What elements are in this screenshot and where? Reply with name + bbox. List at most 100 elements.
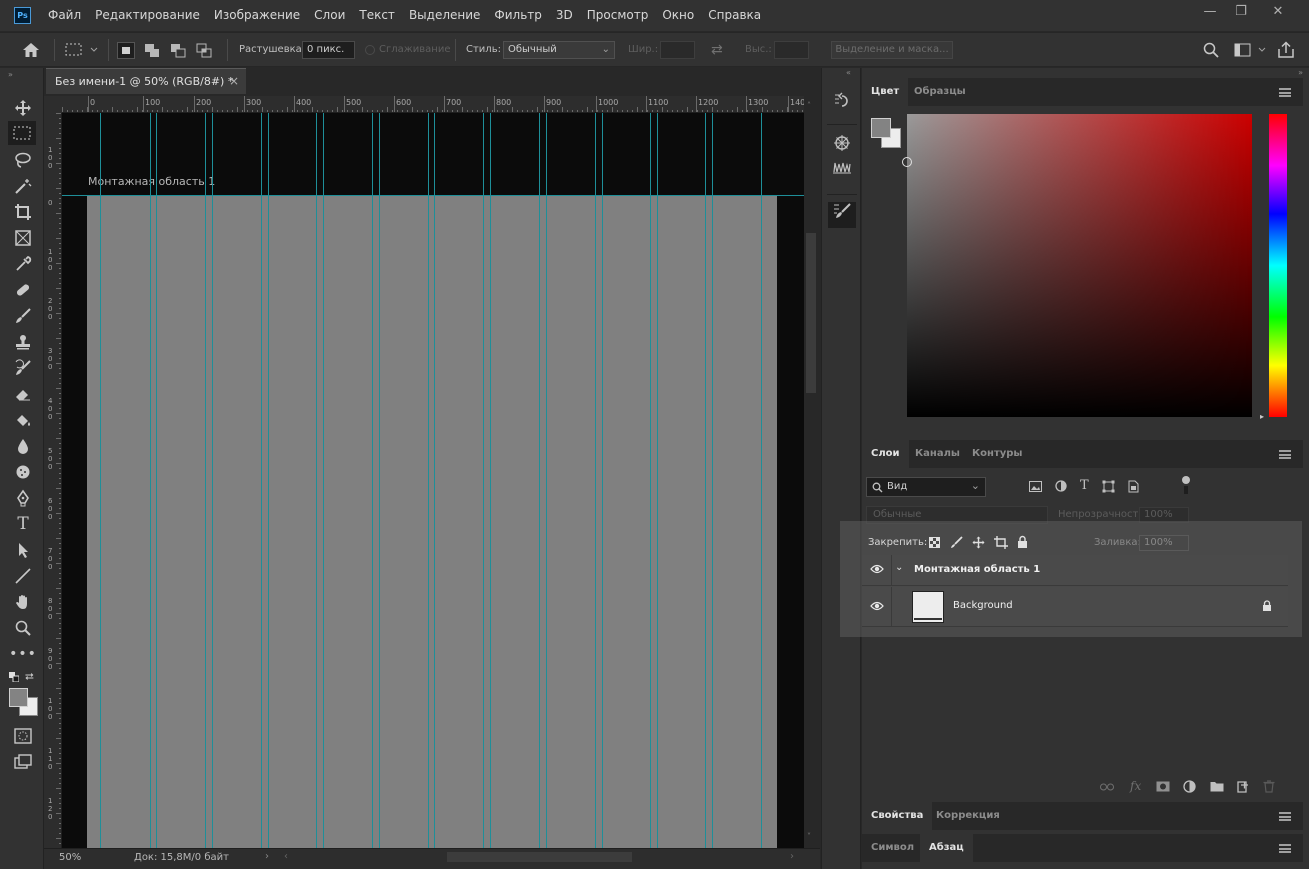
new-group-icon[interactable] bbox=[1210, 780, 1224, 792]
new-selection-icon[interactable] bbox=[117, 42, 135, 59]
brushes-panel-icon[interactable] bbox=[832, 160, 852, 180]
layer-name-artboard[interactable]: Монтажная область 1 bbox=[914, 564, 1040, 575]
tab-paths[interactable]: Контуры bbox=[963, 440, 1031, 468]
more-tools-icon[interactable]: ••• bbox=[9, 642, 36, 666]
swap-icon[interactable]: ⇄ bbox=[711, 33, 723, 66]
hue-slider-handle[interactable]: ▸ bbox=[1260, 412, 1264, 421]
tab-swatches[interactable]: Образцы bbox=[905, 78, 975, 106]
history-brush-tool-icon[interactable] bbox=[11, 356, 35, 380]
share-icon[interactable] bbox=[1277, 33, 1295, 66]
intersect-selection-icon[interactable] bbox=[195, 42, 213, 59]
artboard[interactable] bbox=[87, 196, 777, 848]
layer-style-icon[interactable]: fx bbox=[1130, 779, 1141, 793]
blur-tool-icon[interactable] bbox=[11, 434, 35, 458]
lock-position-icon[interactable] bbox=[972, 536, 985, 549]
scroll-down-icon[interactable]: ˅ bbox=[807, 832, 811, 841]
pen-tool-icon[interactable] bbox=[11, 486, 35, 510]
tab-layers[interactable]: Слои bbox=[862, 440, 909, 468]
scroll-right-icon[interactable]: › bbox=[790, 851, 794, 862]
color-panel-foreground-swatch[interactable] bbox=[871, 118, 891, 138]
new-layer-icon[interactable] bbox=[1237, 780, 1249, 793]
workspace-icon[interactable] bbox=[1234, 33, 1268, 66]
magic-wand-tool-icon[interactable] bbox=[11, 174, 35, 198]
hue-slider[interactable] bbox=[1269, 114, 1287, 417]
height-input[interactable] bbox=[774, 41, 809, 59]
crop-tool-icon[interactable] bbox=[11, 200, 35, 224]
collapse-tools-icon[interactable]: » bbox=[8, 70, 13, 79]
menu-filter[interactable]: Фильтр bbox=[487, 0, 548, 31]
document-tab[interactable]: Без имени-1 @ 50% (RGB/8#) * × bbox=[46, 68, 246, 94]
layer-filter-select[interactable]: Вид ⌄ bbox=[866, 477, 986, 497]
filter-adjustment-icon[interactable] bbox=[1055, 480, 1067, 492]
menu-edit[interactable]: Редактирование bbox=[88, 0, 207, 31]
default-colors-icon[interactable] bbox=[9, 672, 20, 685]
vertical-scrollbar-thumb[interactable] bbox=[806, 233, 816, 393]
color-picker-cursor[interactable] bbox=[902, 157, 912, 167]
menu-image[interactable]: Изображение bbox=[207, 0, 307, 31]
type-tool-icon[interactable]: T bbox=[11, 512, 35, 536]
horizontal-scrollbar-thumb[interactable] bbox=[447, 852, 632, 862]
hand-tool-icon[interactable] bbox=[11, 590, 35, 614]
menu-view[interactable]: Просмотр bbox=[580, 0, 656, 31]
select-and-mask-button[interactable]: Выделение и маска... bbox=[831, 41, 953, 59]
properties-panel-menu-icon[interactable] bbox=[1279, 812, 1291, 821]
expand-chevron-icon[interactable]: ⌄ bbox=[895, 562, 903, 573]
tab-adjustments[interactable]: Коррекция bbox=[927, 802, 1009, 830]
eraser-tool-icon[interactable] bbox=[11, 382, 35, 406]
tab-channels[interactable]: Каналы bbox=[906, 440, 969, 468]
menu-layers[interactable]: Слои bbox=[307, 0, 352, 31]
foreground-color-swatch[interactable] bbox=[9, 688, 28, 707]
color-field[interactable] bbox=[907, 114, 1252, 417]
feather-input[interactable]: 0 пикс. bbox=[302, 41, 355, 59]
link-layers-icon[interactable] bbox=[1100, 783, 1114, 791]
swap-colors-icon[interactable]: ⮂ bbox=[25, 670, 34, 684]
filter-pixel-icon[interactable] bbox=[1029, 481, 1042, 492]
screen-mode-icon[interactable] bbox=[11, 750, 35, 774]
history-panel-icon[interactable] bbox=[832, 92, 852, 112]
minimize-button[interactable]: — bbox=[1200, 4, 1220, 20]
quick-mask-icon[interactable] bbox=[11, 724, 35, 748]
add-selection-icon[interactable] bbox=[143, 42, 161, 59]
photoshop-logo[interactable]: Ps bbox=[14, 7, 31, 24]
lock-all-icon[interactable] bbox=[1017, 535, 1028, 548]
marquee-preset-icon[interactable] bbox=[65, 33, 99, 66]
path-selection-tool-icon[interactable] bbox=[11, 538, 35, 562]
adjustments-panel-icon[interactable] bbox=[832, 134, 852, 154]
clone-stamp-tool-icon[interactable] bbox=[11, 330, 35, 354]
fill-input[interactable]: 100% bbox=[1139, 535, 1189, 551]
search-icon[interactable] bbox=[1203, 33, 1219, 66]
menu-type[interactable]: Текст bbox=[352, 0, 402, 31]
lock-pixels-icon[interactable] bbox=[950, 536, 963, 549]
tab-paragraph[interactable]: Абзац bbox=[920, 834, 973, 862]
maximize-button[interactable]: ❐ bbox=[1231, 4, 1251, 20]
frame-tool-icon[interactable] bbox=[11, 226, 35, 250]
sponge-tool-icon[interactable] bbox=[11, 460, 35, 484]
paragraph-panel-menu-icon[interactable] bbox=[1279, 844, 1291, 853]
artboard-label[interactable]: Монтажная область 1 bbox=[88, 175, 215, 188]
scroll-up-icon[interactable]: ˄ bbox=[807, 101, 811, 110]
paint-bucket-tool-icon[interactable] bbox=[11, 408, 35, 432]
menu-window[interactable]: Окно bbox=[655, 0, 701, 31]
lock-transparent-icon[interactable] bbox=[929, 537, 940, 548]
canvas[interactable]: Монтажная область 1 bbox=[62, 113, 804, 848]
vertical-scrollbar[interactable] bbox=[804, 96, 820, 848]
add-mask-icon[interactable] bbox=[1156, 781, 1170, 792]
menu-select[interactable]: Выделение bbox=[402, 0, 487, 31]
menu-file[interactable]: Файл bbox=[41, 0, 88, 31]
menu-3d[interactable]: 3D bbox=[549, 0, 580, 31]
layer-row-background[interactable]: Background bbox=[862, 587, 1288, 627]
layer-row-artboard[interactable]: ⌄ Монтажная область 1 bbox=[862, 555, 1288, 586]
layer-name-background[interactable]: Background bbox=[953, 600, 1013, 611]
collapse-right-icon[interactable]: » bbox=[1298, 68, 1303, 77]
brush-tool-icon[interactable] bbox=[11, 304, 35, 328]
move-tool-icon[interactable] bbox=[11, 96, 35, 120]
tab-properties[interactable]: Свойства bbox=[862, 802, 933, 830]
filter-smart-object-icon[interactable] bbox=[1127, 480, 1139, 493]
style-select[interactable]: Обычный ⌄ bbox=[503, 41, 615, 59]
filter-toggle[interactable] bbox=[1182, 476, 1190, 494]
layers-panel-menu-icon[interactable] bbox=[1279, 450, 1291, 459]
line-tool-icon[interactable] bbox=[11, 564, 35, 588]
filter-type-icon[interactable]: T bbox=[1080, 478, 1089, 493]
visibility-eye-icon[interactable] bbox=[870, 563, 884, 577]
home-icon[interactable] bbox=[21, 33, 41, 66]
